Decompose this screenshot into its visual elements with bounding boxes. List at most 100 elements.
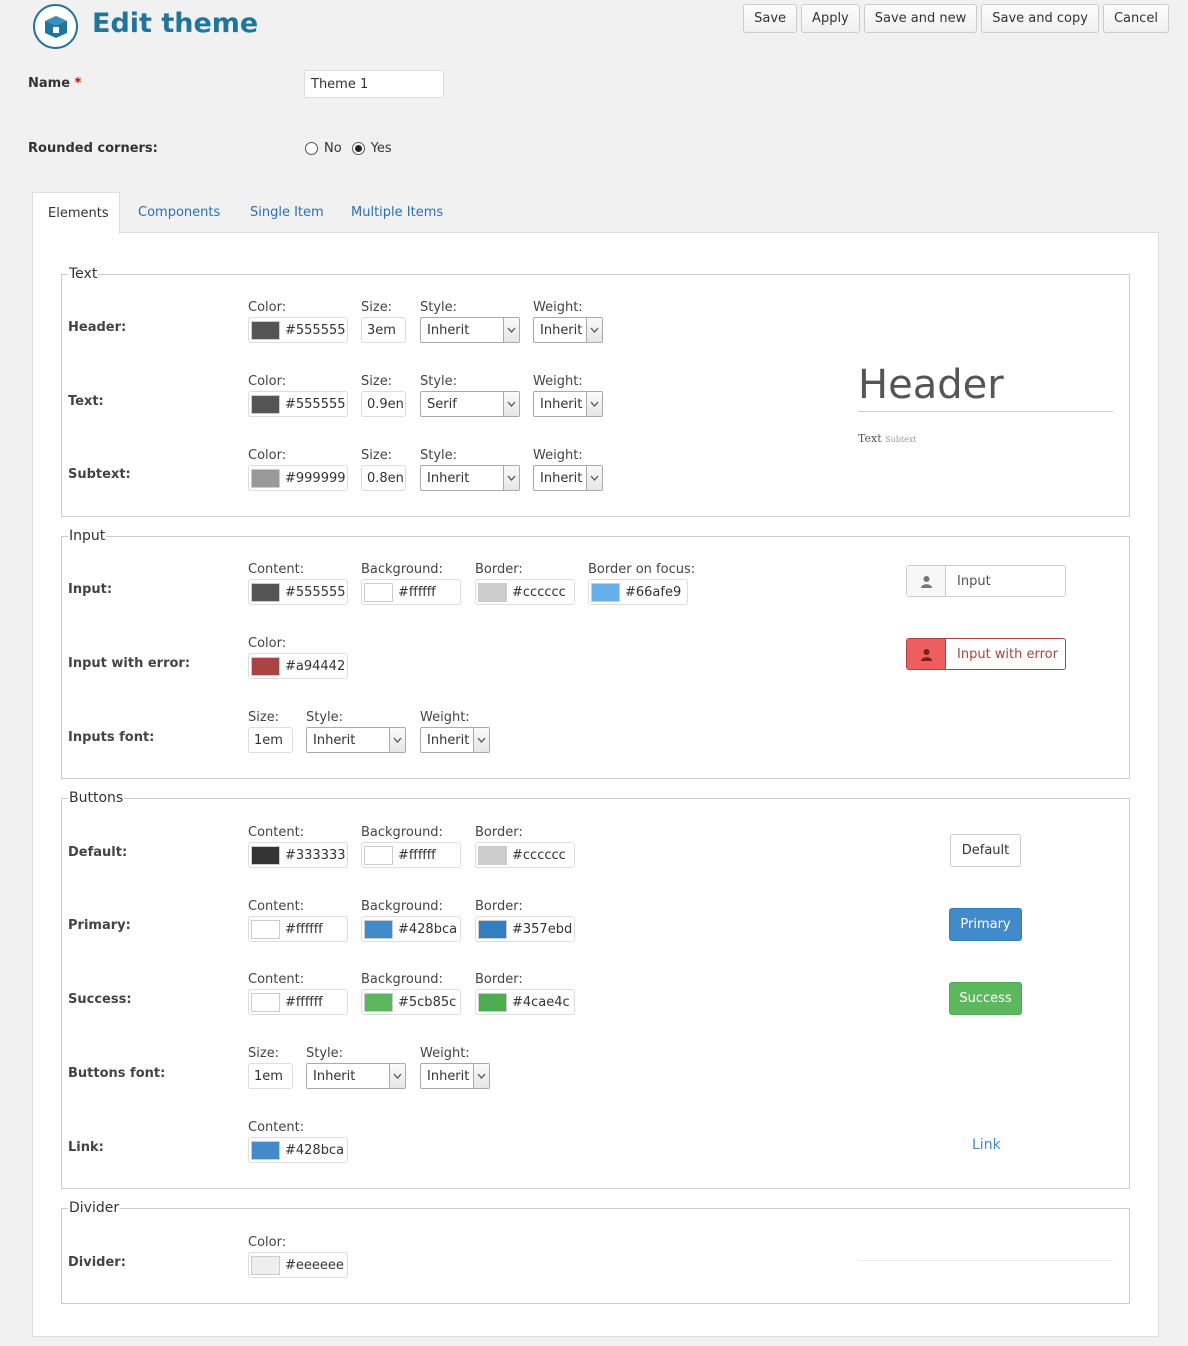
weight-select[interactable]: Inherit (533, 465, 603, 491)
color-swatch[interactable] (251, 656, 280, 676)
rounded-no-radio[interactable] (305, 142, 318, 155)
chevron-down-icon[interactable] (586, 466, 602, 490)
color-swatch[interactable] (364, 919, 393, 939)
weight-select[interactable]: Inherit (420, 727, 490, 753)
color-picker[interactable]: #555555 (248, 317, 348, 343)
field-label: Content: (248, 1120, 305, 1135)
color-swatch[interactable] (478, 992, 507, 1012)
color-picker[interactable]: #ffffff (361, 579, 461, 605)
color-picker[interactable]: #66afe9 (588, 579, 688, 605)
color-swatch[interactable] (364, 845, 393, 865)
preview-primary-button[interactable]: Primary (949, 908, 1022, 941)
field-label: Border: (475, 899, 523, 914)
color-picker[interactable]: #5cb85c (361, 989, 461, 1015)
rounded-yes-radio[interactable] (351, 142, 365, 155)
color-swatch[interactable] (591, 582, 620, 602)
color-picker[interactable]: #ffffff (248, 989, 348, 1015)
field-label: Style: (420, 374, 458, 389)
chevron-down-icon[interactable] (473, 1064, 489, 1088)
color-picker[interactable]: #cccccc (475, 579, 575, 605)
color-picker[interactable]: #333333 (248, 842, 348, 868)
tab-multiple-items[interactable]: Multiple Items (336, 192, 458, 233)
weight-select[interactable]: Inherit (420, 1063, 490, 1089)
color-picker[interactable]: #555555 (248, 579, 348, 605)
name-input[interactable]: Theme 1 (304, 70, 444, 98)
color-swatch[interactable] (478, 919, 507, 939)
color-swatch[interactable] (251, 1140, 280, 1160)
save-and-copy-button[interactable]: Save and copy (981, 4, 1099, 33)
default-row-label: Default: (68, 845, 128, 860)
color-swatch[interactable] (251, 394, 280, 414)
chevron-down-icon[interactable] (503, 392, 519, 416)
color-picker[interactable]: #ffffff (248, 916, 348, 942)
preview-input-error[interactable]: Input with error (906, 638, 1066, 670)
chevron-down-icon[interactable] (503, 466, 519, 490)
color-swatch[interactable] (251, 992, 280, 1012)
color-swatch[interactable] (251, 1255, 280, 1275)
color-picker[interactable]: #357ebd (475, 916, 575, 942)
color-value: #555555 (285, 322, 346, 338)
style-select[interactable]: Inherit (306, 1063, 406, 1089)
size-input[interactable]: 0.8en (361, 465, 406, 491)
rounded-yes-label[interactable]: Yes (371, 141, 392, 156)
preview-default-button[interactable]: Default (950, 834, 1021, 867)
color-swatch[interactable] (251, 919, 280, 939)
chevron-down-icon[interactable] (389, 728, 405, 752)
color-value: #ffffff (398, 847, 436, 863)
cancel-button[interactable]: Cancel (1102, 4, 1169, 33)
color-swatch[interactable] (364, 582, 393, 602)
preview-link[interactable]: Link (972, 1137, 1001, 1153)
apply-button[interactable]: Apply (801, 4, 860, 33)
color-swatch[interactable] (251, 320, 280, 340)
save-button[interactable]: Save (743, 4, 798, 33)
tab-single-item[interactable]: Single Item (235, 192, 339, 233)
chevron-down-icon[interactable] (503, 318, 519, 342)
color-picker[interactable]: #ffffff (361, 842, 461, 868)
color-value: #a94442 (285, 658, 346, 674)
preview-success-button[interactable]: Success (949, 982, 1022, 1015)
color-swatch[interactable] (478, 582, 507, 602)
toolbar: Save Apply Save and new Save and copy Ca… (743, 4, 1169, 33)
size-input[interactable]: 1em (248, 1063, 293, 1089)
field-label: Content: (248, 562, 305, 577)
color-picker[interactable]: #eeeeee (248, 1252, 348, 1278)
color-picker[interactable]: #999999 (248, 465, 348, 491)
color-picker[interactable]: #555555 (248, 391, 348, 417)
color-value: #428bca (285, 1142, 345, 1158)
style-select[interactable]: Serif (420, 391, 520, 417)
text-size-field: Size: 0.9en (361, 374, 406, 417)
chevron-down-icon[interactable] (586, 318, 602, 342)
link-content-field: Content: #428bca (248, 1120, 348, 1163)
size-input[interactable]: 1em (248, 727, 293, 753)
chevron-down-icon[interactable] (586, 392, 602, 416)
subtext-row-label: Subtext: (68, 467, 131, 482)
color-picker[interactable]: #428bca (248, 1137, 348, 1163)
tab-components[interactable]: Components (123, 192, 235, 233)
style-select[interactable]: Inherit (420, 317, 520, 343)
size-input[interactable]: 3em (361, 317, 406, 343)
color-picker[interactable]: #428bca (361, 916, 461, 942)
field-label: Border: (475, 972, 523, 987)
color-swatch[interactable] (364, 992, 393, 1012)
weight-select[interactable]: Inherit (533, 391, 603, 417)
weight-select[interactable]: Inherit (533, 317, 603, 343)
color-swatch[interactable] (478, 845, 507, 865)
rounded-no-label[interactable]: No (324, 141, 342, 156)
size-input[interactable]: 0.9en (361, 391, 406, 417)
select-value: Inherit (427, 322, 470, 338)
style-select[interactable]: Inherit (420, 465, 520, 491)
preview-input[interactable]: Input (906, 565, 1066, 597)
color-swatch[interactable] (251, 582, 280, 602)
color-picker[interactable]: #cccccc (475, 842, 575, 868)
tab-elements[interactable]: Elements (32, 192, 120, 234)
text-legend: Text (69, 266, 98, 282)
color-swatch[interactable] (251, 845, 280, 865)
color-picker[interactable]: #4cae4c (475, 989, 575, 1015)
chevron-down-icon[interactable] (389, 1064, 405, 1088)
chevron-down-icon[interactable] (473, 728, 489, 752)
color-picker[interactable]: #a94442 (248, 653, 348, 679)
color-swatch[interactable] (251, 468, 280, 488)
save-and-new-button[interactable]: Save and new (863, 4, 978, 33)
style-select[interactable]: Inherit (306, 727, 406, 753)
field-label: Size: (248, 710, 280, 725)
